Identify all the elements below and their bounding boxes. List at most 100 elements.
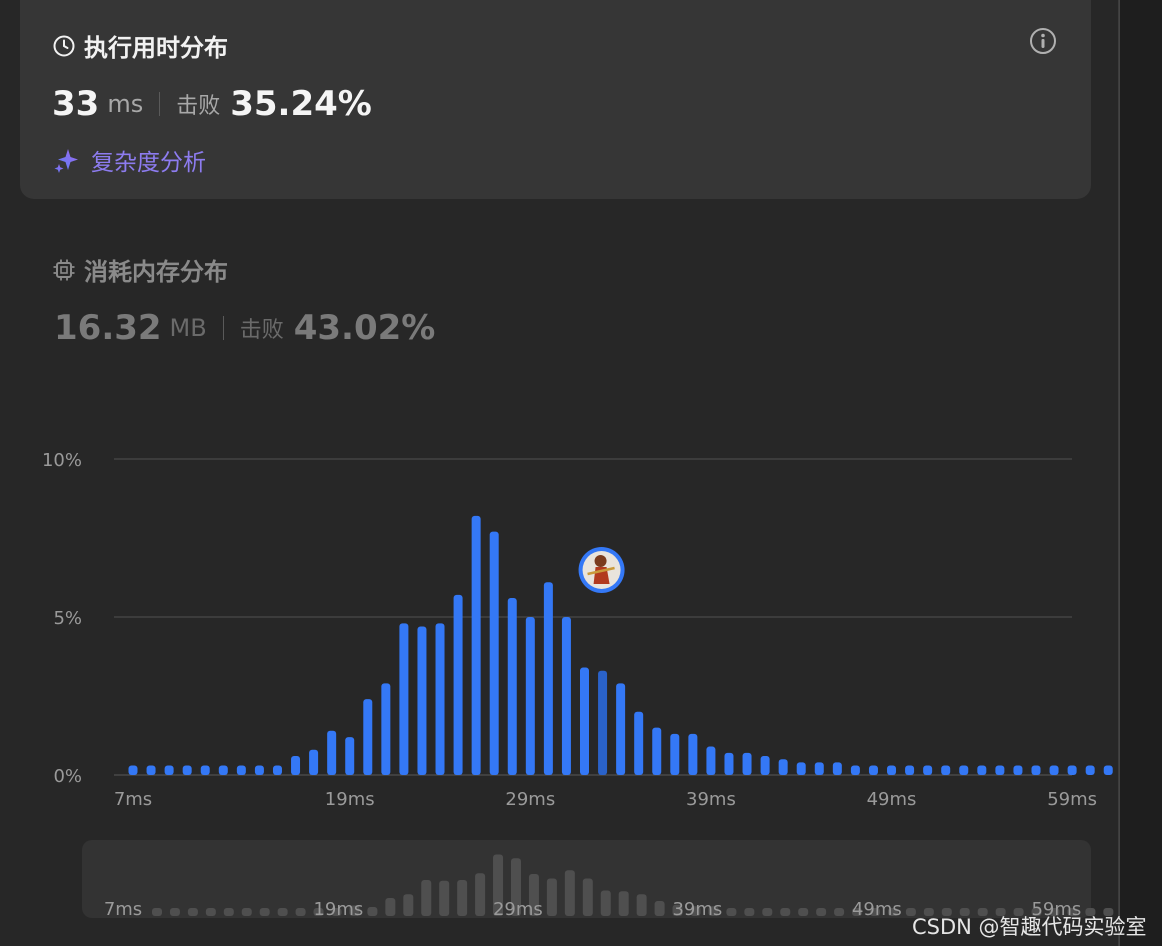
chart-bar[interactable] (868, 765, 878, 775)
y-tick-label: 10% (42, 450, 82, 471)
chart-bar[interactable] (417, 626, 427, 775)
chart-bar[interactable] (652, 727, 662, 775)
chart-bar[interactable] (941, 765, 951, 775)
chart-bar[interactable] (146, 765, 156, 775)
chart-bar[interactable] (760, 756, 770, 775)
chart-bar[interactable] (1085, 765, 1095, 775)
chart-bar[interactable] (327, 730, 337, 775)
chart-bar[interactable] (128, 765, 138, 775)
avatar[interactable] (578, 547, 625, 593)
overview-bar (223, 908, 234, 916)
chart-bar[interactable] (1103, 765, 1113, 775)
x-tick-label: 49ms (867, 789, 917, 810)
panel-splitter[interactable] (1119, 0, 1162, 946)
overview-bar (259, 908, 270, 916)
chart-bar[interactable] (363, 699, 373, 775)
chart-bar[interactable] (634, 711, 644, 775)
chart-bar[interactable] (616, 683, 626, 775)
chart-bar[interactable] (959, 765, 969, 775)
overview-bar (152, 908, 162, 916)
overview-bar (457, 880, 468, 916)
chart-bar[interactable] (525, 617, 535, 775)
watermark: CSDN @智趣代码实验室 (912, 915, 1147, 939)
x-tick-label: 59ms (1047, 789, 1097, 810)
x-tick-label: 7ms (114, 789, 152, 810)
chart-bar[interactable] (580, 667, 589, 775)
chart-bar[interactable] (291, 756, 301, 775)
chart-bar[interactable] (471, 515, 481, 775)
chart-bar[interactable] (1049, 765, 1059, 775)
chart-bar[interactable] (453, 594, 463, 775)
chart-bar[interactable] (164, 765, 174, 775)
overview-x-tick-label: 29ms (493, 899, 543, 920)
chart-bar[interactable] (742, 752, 752, 775)
chart-gridlines (114, 458, 1072, 776)
overview-x-tick-label: 39ms (672, 899, 722, 920)
chart-bar[interactable] (507, 598, 517, 775)
chart-bar[interactable] (1031, 765, 1041, 775)
overview-bar (834, 908, 845, 916)
chart-bar[interactable] (435, 623, 445, 775)
y-tick-label: 5% (53, 608, 82, 629)
chart-bar[interactable] (706, 746, 716, 775)
overview-bar (367, 907, 378, 916)
overview-bar (600, 890, 611, 916)
overview-bar (241, 908, 252, 916)
overview-bar (403, 894, 414, 916)
chart-bar[interactable] (309, 749, 319, 775)
chart-bar[interactable] (182, 765, 192, 775)
chart-bar[interactable] (598, 670, 608, 775)
overview-bar (762, 908, 773, 916)
chart-bar[interactable] (814, 762, 824, 775)
overview-bar (439, 880, 450, 916)
chart-bar[interactable] (778, 759, 788, 775)
overview-bar (546, 878, 557, 916)
chart-bar[interactable] (200, 765, 210, 775)
overview-x-tick-label: 7ms (104, 899, 142, 920)
overview-bar (618, 891, 629, 916)
chart-bar[interactable] (887, 765, 897, 775)
chart-bar[interactable] (561, 617, 571, 775)
chart-bar[interactable] (399, 623, 409, 775)
runtime-distribution-chart[interactable]: 0% 5% 10% 7ms 19ms 29ms 39ms 49ms 59ms 7ms 19ms 2… (0, 0, 1118, 946)
overview-bar (421, 880, 432, 916)
chart-bar[interactable] (236, 765, 246, 775)
chart-bar[interactable] (1013, 765, 1023, 775)
chart-bar[interactable] (977, 765, 987, 775)
overview-bar (205, 908, 216, 916)
chart-bar[interactable] (923, 765, 933, 775)
chart-bar[interactable] (832, 762, 842, 775)
chart-bar[interactable] (670, 733, 680, 775)
overview-bar (816, 908, 827, 916)
chart-bar[interactable] (345, 737, 355, 775)
y-tick-label: 0% (53, 766, 82, 787)
chart-bar[interactable] (796, 762, 806, 775)
overview-bar (780, 908, 791, 916)
chart-bar[interactable] (850, 765, 860, 775)
chart-bar[interactable] (218, 765, 228, 775)
overview-bar (277, 908, 288, 916)
chart-x-ticks: 7ms 19ms 29ms 39ms 49ms 59ms (114, 789, 1097, 810)
chart-bar[interactable] (272, 765, 282, 775)
chart-y-ticks: 0% 5% 10% (42, 450, 82, 787)
chart-bar[interactable] (381, 683, 391, 775)
overview-bar (169, 908, 180, 916)
chart-bar[interactable] (543, 582, 553, 775)
overview-bar (295, 908, 306, 916)
overview-bar (475, 873, 486, 916)
x-tick-label: 19ms (325, 789, 375, 810)
overview-bar (798, 908, 809, 916)
overview-bar (636, 894, 647, 916)
chart-bar[interactable] (688, 733, 698, 775)
overview-x-tick-label: 49ms (852, 899, 902, 920)
avatar-figure-head (594, 555, 607, 567)
chart-bar[interactable] (995, 765, 1005, 775)
chart-bar[interactable] (489, 531, 499, 775)
user-position-marker[interactable] (578, 547, 625, 593)
chart-bar[interactable] (724, 752, 734, 775)
overview-bar (564, 870, 575, 916)
chart-bar[interactable] (905, 765, 915, 775)
chart-bar[interactable] (254, 765, 264, 775)
chart-bar[interactable] (1067, 765, 1077, 775)
chart-bars (128, 515, 1113, 775)
